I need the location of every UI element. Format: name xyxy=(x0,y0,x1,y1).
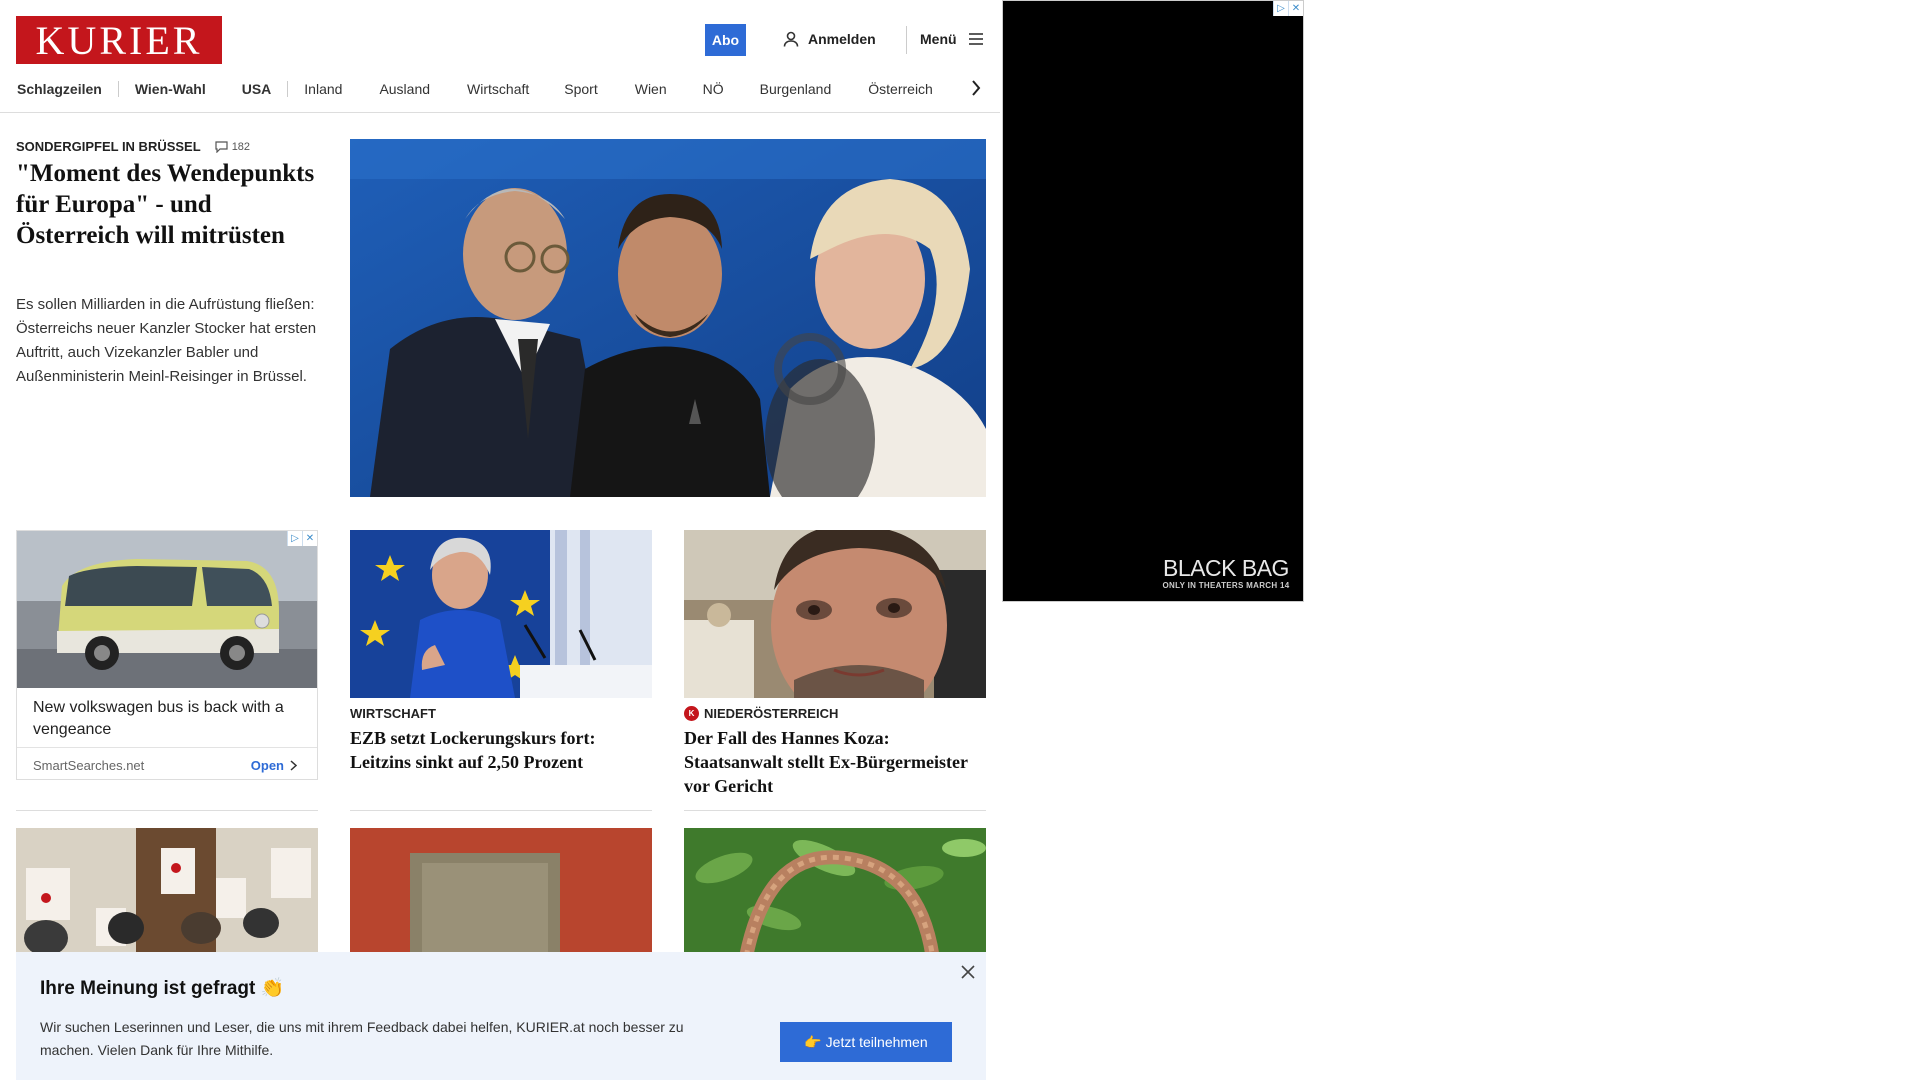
nav-item-noe[interactable]: NÖ xyxy=(703,81,724,97)
sponsored-footer: SmartSearches.net Open xyxy=(17,747,317,779)
koza-photo[interactable] xyxy=(684,530,986,698)
sponsored-card[interactable]: ▷ ✕ New volkswagen bus is back with a ve… xyxy=(16,530,318,780)
ad-close-icon[interactable]: ✕ xyxy=(1288,1,1303,16)
nav-item-schlagzeilen[interactable]: Schlagzeilen xyxy=(17,81,102,97)
lead-headline[interactable]: "Moment des Wendepunkts für Europa" - un… xyxy=(16,158,321,251)
nav-item-oesterreich[interactable]: Österreich xyxy=(868,81,933,97)
sponsored-open-button[interactable]: Open xyxy=(251,758,297,773)
lead-kicker[interactable]: SONDERGIPFEL IN BRÜSSEL xyxy=(16,139,201,154)
nav-item-wien-wahl[interactable]: Wien-Wahl xyxy=(135,81,206,97)
vw-bus-art xyxy=(17,531,317,688)
nav-item-wirtschaft[interactable]: Wirtschaft xyxy=(467,81,529,97)
sponsored-open-label: Open xyxy=(250,758,284,773)
noe-badge-icon: K xyxy=(684,706,699,721)
survey-participate-button[interactable]: 👉 Jetzt teilnehmen xyxy=(780,1022,952,1062)
side-ad[interactable]: ▷ ✕ BLACK BAG ONLY IN THEATERS MARCH 14 xyxy=(1002,0,1304,602)
survey-banner: Ihre Meinung ist gefragt 👏 Wir suchen Le… xyxy=(16,952,986,1080)
ad-choices[interactable]: ▷ ✕ xyxy=(1273,1,1303,16)
abo-button[interactable]: Abo xyxy=(705,24,746,56)
login-link[interactable]: Anmelden xyxy=(782,30,876,48)
black-bag-logo: BLACK BAG xyxy=(1163,555,1289,581)
koza-photo-art xyxy=(684,530,986,698)
ezb-photo-art xyxy=(350,530,652,698)
chevron-right-icon xyxy=(290,760,297,771)
ezb-photo[interactable] xyxy=(350,530,652,698)
card-headline[interactable]: Der Fall des Hannes Koza: Staatsanwalt s… xyxy=(684,726,986,798)
comment-icon xyxy=(215,140,228,153)
ad-info-icon[interactable]: ▷ xyxy=(1273,1,1288,16)
black-bag-tagline: ONLY IN THEATERS MARCH 14 xyxy=(1162,581,1290,590)
lead-photo[interactable] xyxy=(350,139,986,497)
nav-item-usa[interactable]: USA xyxy=(242,81,272,97)
survey-text: Wir suchen Leserinnen und Leser, die uns… xyxy=(40,1019,684,1058)
login-label: Anmelden xyxy=(808,31,876,47)
comment-count[interactable]: 182 xyxy=(215,141,250,153)
comment-count-value: 182 xyxy=(231,140,251,153)
card-divider xyxy=(684,810,986,811)
lead-teaser: Es sollen Milliarden in die Aufrüstung f… xyxy=(16,296,317,385)
lead-photo-art xyxy=(350,139,986,497)
nav-divider xyxy=(117,81,119,97)
main-column: KURIER Abo Anmelden Menü Schlagzeilen Wi… xyxy=(0,0,1000,1080)
close-icon[interactable] xyxy=(959,963,977,981)
site-header: KURIER Abo Anmelden Menü Schlagzeilen Wi… xyxy=(0,0,1000,113)
ad-choices[interactable]: ▷ ✕ xyxy=(287,531,317,546)
ad-close-icon[interactable]: ✕ xyxy=(302,531,317,546)
card-kicker[interactable]: WIRTSCHAFT xyxy=(350,706,436,721)
survey-title: Ihre Meinung ist gefragt 👏 xyxy=(40,978,285,999)
nav-divider xyxy=(287,81,289,97)
menu-label: Menü xyxy=(920,31,957,47)
user-icon xyxy=(783,31,799,47)
nav-item-ausland[interactable]: Ausland xyxy=(379,81,430,97)
card-divider xyxy=(16,810,318,811)
kurier-logo[interactable]: KURIER xyxy=(16,16,222,64)
sponsored-photo[interactable] xyxy=(17,531,317,688)
ad-info-icon[interactable]: ▷ xyxy=(287,531,302,546)
header-divider xyxy=(906,26,907,54)
nav-item-wien[interactable]: Wien xyxy=(635,81,667,97)
hamburger-icon xyxy=(968,33,983,45)
section-nav: Schlagzeilen Wien-Wahl USA Inland Auslan… xyxy=(17,78,933,100)
chevron-right-icon[interactable] xyxy=(968,78,984,98)
nav-item-inland[interactable]: Inland xyxy=(304,81,342,97)
sponsored-source: SmartSearches.net xyxy=(33,758,145,773)
card-kicker-row[interactable]: K NIEDERÖSTERREICH xyxy=(684,706,838,721)
lead-kicker-row: SONDERGIPFEL IN BRÜSSEL 182 xyxy=(16,139,250,154)
card-divider xyxy=(350,810,652,811)
menu-button[interactable]: Menü xyxy=(920,30,985,48)
card-kicker: NIEDERÖSTERREICH xyxy=(704,706,839,721)
sponsored-title[interactable]: New volkswagen bus is back with a vengea… xyxy=(33,697,308,741)
nav-item-sport[interactable]: Sport xyxy=(564,81,597,97)
nav-item-burgenland[interactable]: Burgenland xyxy=(760,81,832,97)
card-headline[interactable]: EZB setzt Lockerungskurs fort: Leitzins … xyxy=(350,726,652,774)
